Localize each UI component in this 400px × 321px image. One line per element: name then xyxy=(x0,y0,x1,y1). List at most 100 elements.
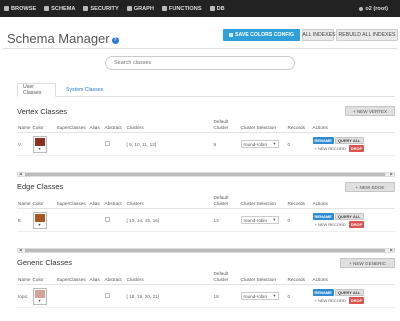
save-colors-label: SAVE COLORS CONFIG xyxy=(235,32,294,38)
col-records: Records xyxy=(286,270,312,285)
records-value: 0 xyxy=(286,208,312,232)
table-row: E ▼ [ 13, 14, 15, 16] 13 round-robin ▾ 0 RENAME… xyxy=(17,208,395,232)
table-header: Name Color SuperClasses Alias Abstract Cluste… xyxy=(17,118,395,133)
nav-db[interactable]: DB xyxy=(206,0,229,17)
rebuild-indexes-label: REBUILD ALL INDEXES xyxy=(338,32,396,38)
color-picker[interactable]: ▼ xyxy=(31,208,56,232)
scroll-left-icon[interactable]: ◀ xyxy=(19,172,22,176)
query-all-button[interactable]: QUERY ALL xyxy=(334,136,364,144)
cluster-selection-select[interactable]: round-robin ▾ xyxy=(240,216,279,224)
cluster-selection-value: round-robin xyxy=(243,141,268,147)
rename-button[interactable]: RENAME xyxy=(312,136,334,144)
col-color: Color xyxy=(31,270,56,285)
nav-user-label: o2 (root) xyxy=(365,5,388,12)
col-cluster-selection: Cluster Selection xyxy=(239,194,287,209)
new-record-button[interactable]: + NEW RECORD xyxy=(313,297,348,304)
col-name[interactable]: Name xyxy=(17,118,32,133)
col-records: Records xyxy=(286,118,312,133)
nav-functions[interactable]: FUNCTIONS xyxy=(158,0,206,17)
col-name[interactable]: Name xyxy=(17,194,32,209)
actions-cell: RENAME QUERY ALL + NEW RECORD DROP xyxy=(311,208,395,232)
new-class-label: NEW GENERIC xyxy=(353,260,386,266)
cluster-selection-cell: round-robin ▾ xyxy=(239,208,287,232)
nav-graph-label: GRAPH xyxy=(133,5,154,12)
save-colors-button[interactable]: SAVE COLORS CONFIG xyxy=(223,29,300,41)
search-input[interactable] xyxy=(105,56,295,70)
tab-user-classes[interactable]: User Classes xyxy=(17,83,56,97)
class-name: E xyxy=(17,208,32,232)
help-icon[interactable]: ? xyxy=(111,37,119,44)
nav-schema-label: SCHEMA xyxy=(51,5,76,12)
rename-button[interactable]: RENAME xyxy=(312,212,334,220)
alias-cell xyxy=(88,284,104,308)
col-clusters: Clusters xyxy=(125,194,213,209)
new-class-button[interactable]: + NEW VERTEX xyxy=(345,106,395,116)
rebuild-indexes-button[interactable]: REBUILD ALL INDEXES xyxy=(336,29,398,41)
abstract-checkbox[interactable] xyxy=(104,293,110,298)
col-name[interactable]: Name xyxy=(17,270,32,285)
tab-system-classes[interactable]: System Classes xyxy=(61,83,108,97)
new-record-button[interactable]: + NEW RECORD xyxy=(313,145,348,152)
cluster-selection-cell: round-robin ▾ xyxy=(239,284,287,308)
cluster-selection-select[interactable]: round-robin ▾ xyxy=(240,292,279,300)
col-alias: Alias xyxy=(88,270,104,285)
nav-browse[interactable]: BROWSE xyxy=(0,0,40,17)
col-records: Records xyxy=(286,194,312,209)
new-class-button[interactable]: + NEW GENERIC xyxy=(340,258,395,268)
color-picker[interactable]: ▼ xyxy=(31,284,56,308)
drop-button[interactable]: DROP xyxy=(348,296,365,304)
color-picker[interactable]: ▼ xyxy=(31,132,56,156)
col-clusters: Clusters xyxy=(125,270,213,285)
scroll-left-icon[interactable]: ◀ xyxy=(19,248,22,252)
superclasses-cell xyxy=(55,132,89,156)
records-value: 0 xyxy=(286,132,312,156)
query-all-button[interactable]: QUERY ALL xyxy=(334,288,364,296)
abstract-checkbox[interactable] xyxy=(104,141,110,146)
horizontal-scrollbar[interactable]: ◀ ▶ xyxy=(17,172,395,177)
scroll-thumb[interactable] xyxy=(25,173,385,176)
col-actions: Actions xyxy=(311,194,395,209)
new-record-label: NEW RECORD xyxy=(317,221,346,227)
new-class-button[interactable]: + NEW EDGE xyxy=(345,182,395,192)
rename-button[interactable]: RENAME xyxy=(312,288,334,296)
clusters-value: [ 9, 10, 11, 12] xyxy=(125,132,213,156)
cluster-selection-select[interactable]: round-robin ▾ xyxy=(240,140,279,148)
browse-icon xyxy=(4,6,9,11)
scroll-right-icon[interactable]: ▶ xyxy=(390,248,393,252)
new-record-button[interactable]: + NEW RECORD xyxy=(313,221,348,228)
col-superclasses: SuperClasses xyxy=(55,118,89,133)
caret-down-icon: ▼ xyxy=(37,298,42,303)
all-indexes-button[interactable]: ALL INDEXES xyxy=(302,29,336,41)
clusters-value: [ 13, 14, 15, 16] xyxy=(125,208,213,232)
horizontal-scrollbar[interactable]: ◀ ▶ xyxy=(17,248,395,253)
all-indexes-label: ALL INDEXES xyxy=(302,32,336,38)
nav-functions-label: FUNCTIONS xyxy=(168,5,202,12)
nav-graph[interactable]: GRAPH xyxy=(123,0,158,17)
drop-button[interactable]: DROP xyxy=(348,144,365,152)
col-abstract: Abstract xyxy=(103,270,126,285)
abstract-checkbox[interactable] xyxy=(104,217,110,222)
nav-browse-label: BROWSE xyxy=(11,5,37,12)
table-header: Name Color SuperClasses Alias Abstract Cluste… xyxy=(17,194,395,209)
nav-security[interactable]: SECURITY xyxy=(79,0,122,17)
scroll-right-icon[interactable]: ▶ xyxy=(390,172,393,176)
query-all-button[interactable]: QUERY ALL xyxy=(334,212,364,220)
table-header: Name Color SuperClasses Alias Abstract Cluste… xyxy=(17,270,395,285)
header-divider xyxy=(3,48,397,49)
chevron-down-icon: ▾ xyxy=(273,217,276,222)
records-value: 0 xyxy=(286,284,312,308)
drop-button[interactable]: DROP xyxy=(348,220,365,228)
scroll-thumb[interactable] xyxy=(25,249,385,252)
color-swatch xyxy=(34,289,45,298)
nav-security-label: SECURITY xyxy=(90,5,119,12)
page-title-text: Schema Manager xyxy=(7,31,110,46)
cluster-selection-value: round-robin xyxy=(243,217,268,223)
col-actions: Actions xyxy=(311,270,395,285)
color-swatch xyxy=(34,137,45,146)
nav-schema[interactable]: SCHEMA xyxy=(40,0,79,17)
superclasses-cell xyxy=(55,208,89,232)
col-alias: Alias xyxy=(88,194,104,209)
lock-icon xyxy=(83,6,89,11)
nav-user-menu[interactable]: o2 (root) xyxy=(355,0,392,17)
section-title: Vertex Classes xyxy=(17,107,68,116)
